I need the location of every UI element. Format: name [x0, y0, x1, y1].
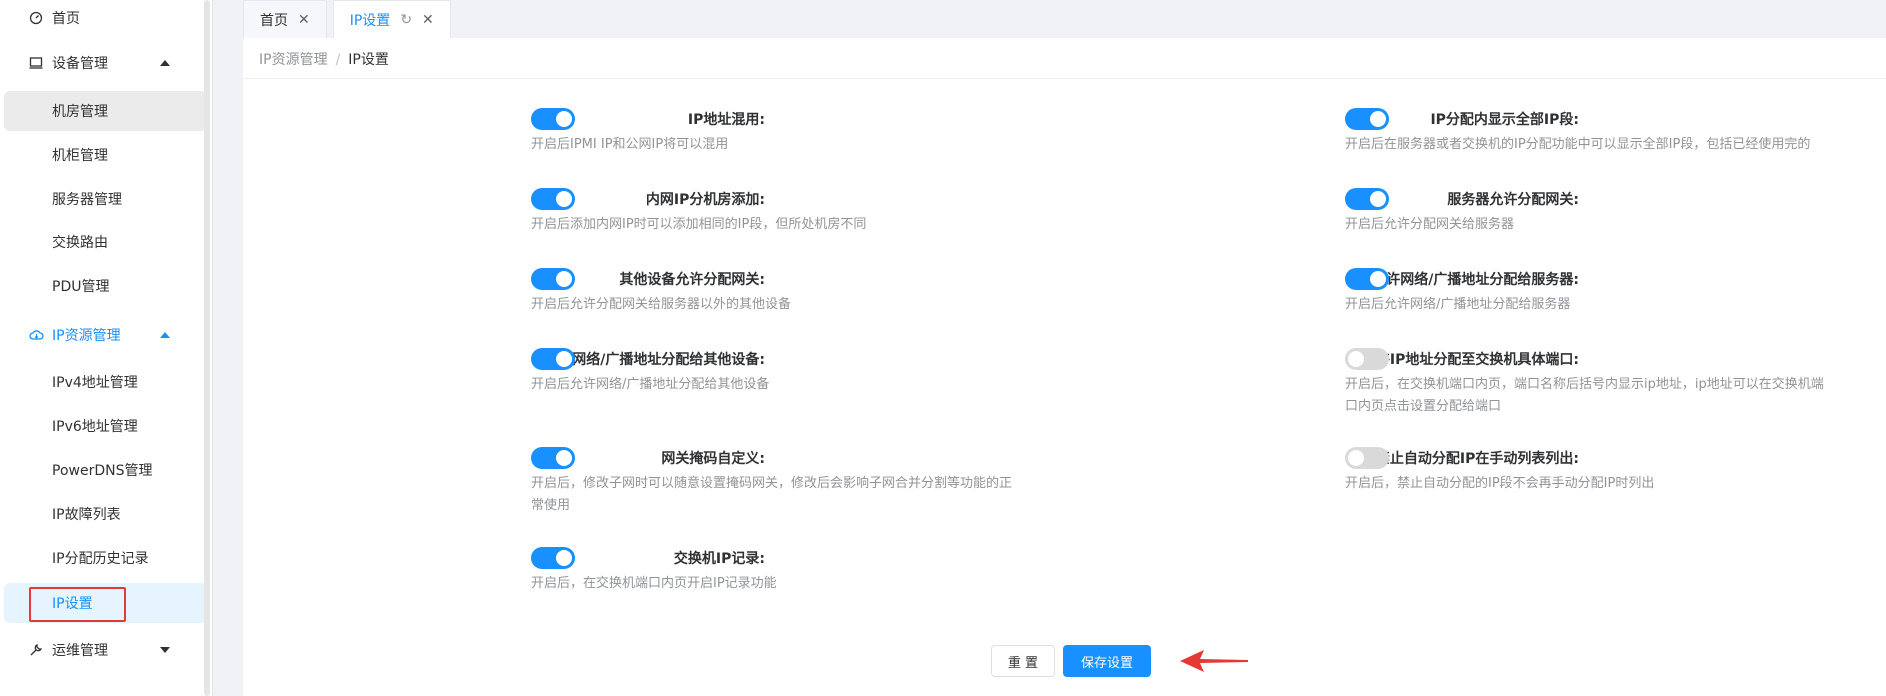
close-icon[interactable]: ✕: [298, 12, 310, 28]
setting-label: 内网IP分机房添加:: [645, 192, 765, 208]
divider: [243, 78, 1886, 79]
reset-button[interactable]: 重 置: [991, 645, 1055, 677]
toggle-switch[interactable]: [1345, 268, 1389, 290]
setting-label: 允许网络/广播地址分配给其他设备:: [544, 352, 765, 368]
sidebar-item-ip-history[interactable]: IP分配历史记录: [4, 538, 207, 578]
setting-description: 开启后允许分配网关给服务器: [1345, 217, 1515, 232]
breadcrumb-separator: /: [335, 52, 341, 68]
save-settings-button[interactable]: 保存设置: [1063, 645, 1151, 677]
sidebar-item-device-management[interactable]: 设备管理: [0, 43, 212, 83]
tab-bar: 首页 ✕ IP设置 ↻ ✕: [243, 0, 457, 38]
setting-description: 开启后，修改子网时可以随意设置掩码网关，修改后会影响子网合并分割等功能的正: [531, 476, 1013, 491]
breadcrumb: IP资源管理 / IP设置: [259, 49, 389, 69]
sidebar-item-powerdns[interactable]: PowerDNS管理: [4, 450, 207, 490]
sidebar-item-ipv6[interactable]: IPv6地址管理: [4, 406, 207, 446]
setting-description: 开启后在服务器或者交换机的IP分配功能中可以显示全部IP段，包括已经使用完的: [1345, 137, 1811, 152]
setting-description: 开启后IPMI IP和公网IP将可以混用: [531, 137, 729, 152]
sidebar-item-ipv4[interactable]: IPv4地址管理: [4, 362, 207, 402]
toggle-switch[interactable]: [531, 268, 575, 290]
setting-label: IP地址混用:: [687, 112, 765, 128]
setting-description: 开启后，禁止自动分配的IP段不会再手动分配IP时列出: [1345, 476, 1655, 491]
setting-description: 开启后添加内网IP时可以添加相同的IP段，但所处机房不同: [531, 217, 867, 232]
setting-description: 口内页点击设置分配给端口: [1345, 399, 1502, 414]
chevron-up-icon: [158, 56, 172, 70]
setting-description: 开启后，在交换机端口内页，端口名称后括号内显示ip地址，ip地址可以在交换机端: [1345, 377, 1824, 392]
sidebar: 首页 设备管理 机房管理 机柜管理 服务器管理 交换路由 PDU管理 IP资源管…: [0, 0, 213, 696]
monitor-icon: [28, 55, 44, 71]
toggle-switch[interactable]: [1345, 108, 1389, 130]
setting-description: 开启后允许网络/广播地址分配给其他设备: [531, 377, 770, 392]
chevron-up-icon: [158, 328, 172, 342]
toggle-switch[interactable]: [1345, 188, 1389, 210]
toggle-switch[interactable]: [531, 447, 575, 469]
setting-label: 允许网络/广播地址分配给服务器:: [1372, 272, 1579, 288]
dashboard-icon: [28, 10, 44, 26]
sidebar-item-switch-router[interactable]: 交换路由: [4, 222, 207, 262]
sidebar-item-home[interactable]: 首页: [0, 0, 212, 38]
toggle-switch[interactable]: [531, 108, 575, 130]
breadcrumb-parent[interactable]: IP资源管理: [259, 52, 328, 68]
toggle-switch[interactable]: [531, 348, 575, 370]
sidebar-item-ip-faults[interactable]: IP故障列表: [4, 494, 207, 534]
sidebar-item-cabinet[interactable]: 机柜管理: [4, 135, 207, 175]
setting-label: 交换机IP记录:: [673, 551, 765, 567]
sidebar-item-ops[interactable]: 运维管理: [0, 630, 212, 670]
setting-label: 服务器允许分配网关:: [1447, 192, 1579, 208]
setting-label: 允许IP地址分配至交换机具体端口:: [1361, 352, 1579, 368]
app-root: 首页 设备管理 机房管理 机柜管理 服务器管理 交换路由 PDU管理 IP资源管…: [0, 0, 1886, 696]
sidebar-item-room[interactable]: 机房管理: [4, 91, 207, 131]
refresh-icon[interactable]: ↻: [400, 12, 412, 28]
setting-label: 网关掩码自定义:: [661, 451, 765, 467]
sidebar-item-ip-resources[interactable]: IP资源管理: [0, 315, 212, 355]
setting-description: 常使用: [531, 498, 571, 513]
toggle-switch[interactable]: [531, 188, 575, 210]
tab-home[interactable]: 首页 ✕: [243, 0, 327, 38]
toggle-switch[interactable]: [1345, 348, 1389, 370]
annotation-highlight-box: [29, 587, 126, 622]
chevron-down-icon: [158, 643, 172, 657]
setting-label: 禁止自动分配IP在手动列表列出:: [1375, 451, 1579, 467]
wrench-icon: [28, 642, 44, 658]
sidebar-item-server[interactable]: 服务器管理: [4, 179, 207, 219]
setting-description: 开启后允许分配网关给服务器以外的其他设备: [531, 297, 792, 312]
sidebar-item-pdu[interactable]: PDU管理: [4, 266, 207, 306]
toggle-switch[interactable]: [1345, 447, 1389, 469]
annotation-arrow-icon: [1180, 650, 1248, 672]
setting-label: 其他设备允许分配网关:: [619, 272, 765, 288]
setting-label: IP分配内显示全部IP段:: [1430, 112, 1579, 128]
main-panel: IP资源管理 / IP设置 IP地址混用: 开启后IPMI IP和公网IP将可以混用…: [243, 38, 1886, 696]
close-icon[interactable]: ✕: [422, 12, 434, 28]
toggle-switch[interactable]: [531, 547, 575, 569]
breadcrumb-current: IP设置: [348, 52, 389, 68]
setting-description: 开启后允许网络/广播地址分配给服务器: [1345, 297, 1571, 312]
tab-ip-settings[interactable]: IP设置 ↻ ✕: [332, 0, 451, 38]
setting-description: 开启后，在交换机端口内页开启IP记录功能: [531, 576, 777, 591]
cloud-icon: [28, 327, 44, 343]
sidebar-scrollbar[interactable]: [204, 0, 210, 696]
